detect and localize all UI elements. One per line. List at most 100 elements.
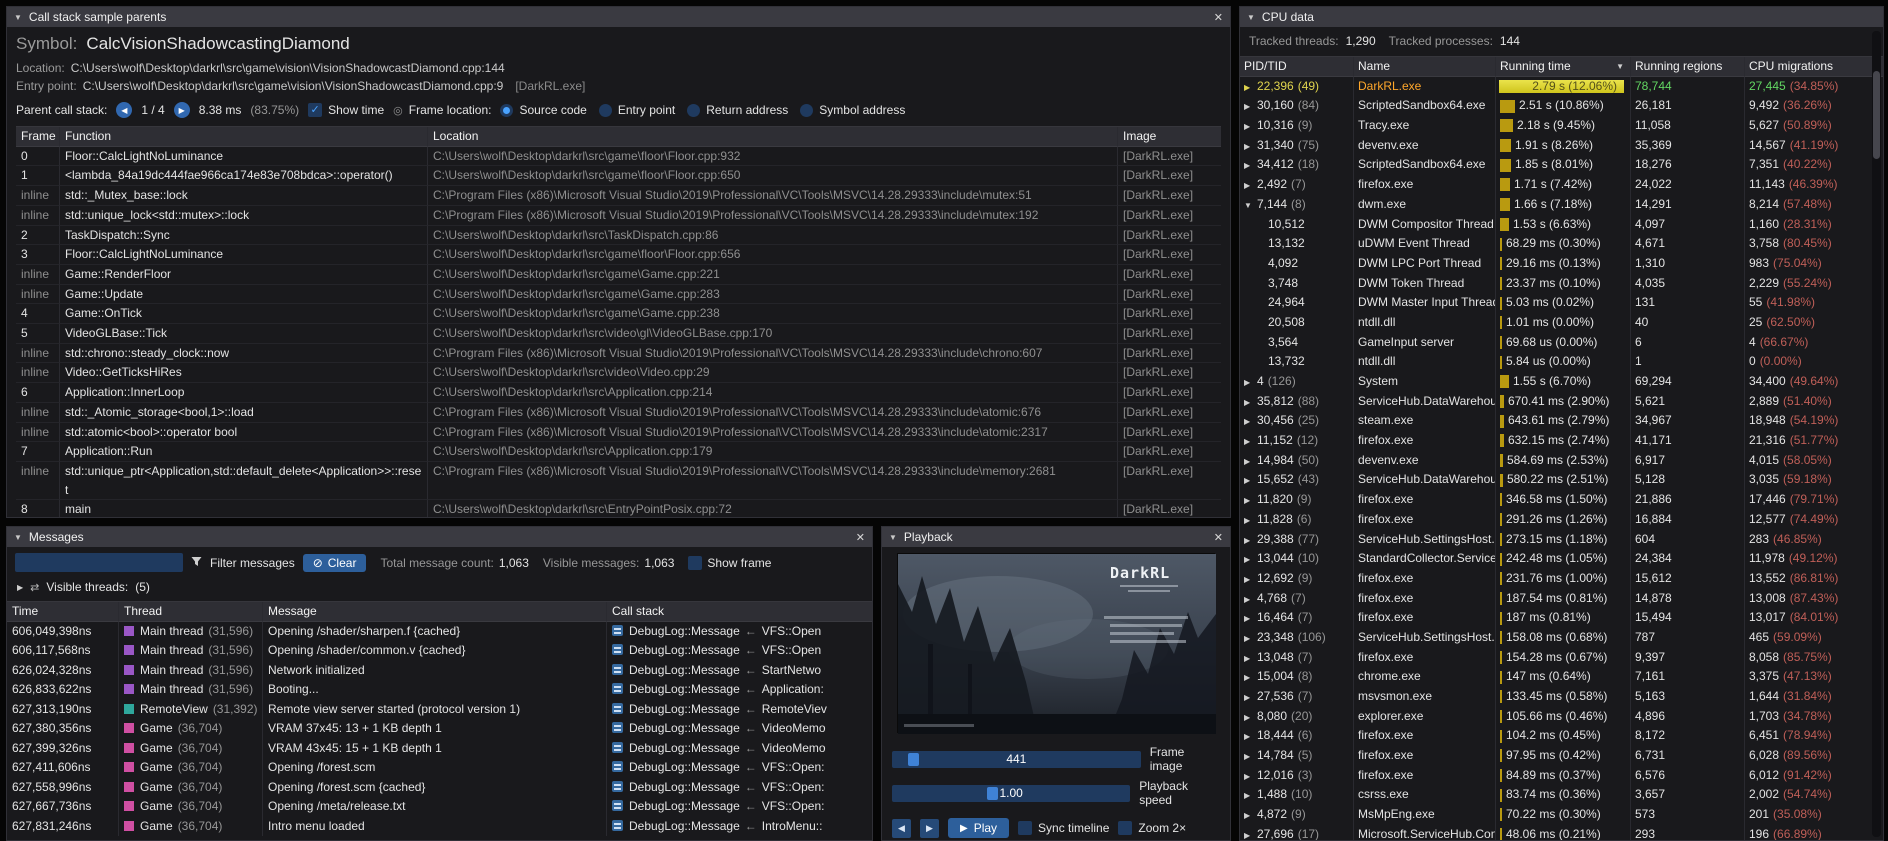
- message-row[interactable]: 627,558,996ns Game(36,704) Opening /fore…: [7, 778, 872, 798]
- expand-caret-icon[interactable]: ▶: [1244, 609, 1257, 628]
- next-frame-button[interactable]: ▶: [920, 819, 939, 838]
- cpu-row[interactable]: ▶18,444(6) firefox.exe 104.2 ms (0.45%) …: [1240, 726, 1883, 746]
- cpu-row[interactable]: ▶15,004(8) chrome.exe 147 ms (0.64%) 7,1…: [1240, 667, 1883, 687]
- message-row[interactable]: 606,117,568ns Main thread(31,596) Openin…: [7, 641, 872, 661]
- cpu-row[interactable]: ▶30,456(25) steam.exe 643.61 ms (2.79%) …: [1240, 411, 1883, 431]
- expand-caret-icon[interactable]: ▶: [1244, 491, 1257, 510]
- cpu-row[interactable]: ▶12,692(9) firefox.exe 231.76 ms (1.00%)…: [1240, 569, 1883, 589]
- expand-caret-icon[interactable]: ▶: [1244, 511, 1257, 530]
- message-row[interactable]: 627,411,606ns Game(36,704) Opening /fore…: [7, 758, 872, 778]
- cpu-row[interactable]: ▶11,820(9) firefox.exe 346.58 ms (1.50%)…: [1240, 490, 1883, 510]
- callstack-row[interactable]: 5 VideoGLBase::Tick C:\Users\wolf\Deskto…: [16, 324, 1221, 344]
- message-row[interactable]: 627,831,246ns Game(36,704) Intro menu lo…: [7, 817, 872, 837]
- cpu-row[interactable]: ▶10,316(9) Tracy.exe 2.18 s (9.45%) 11,0…: [1240, 116, 1883, 136]
- expand-caret-icon[interactable]: ▶: [1244, 137, 1257, 156]
- message-row[interactable]: 627,399,326ns Game(36,704) VRAM 43x45: 1…: [7, 739, 872, 759]
- callstack-row[interactable]: inline std::unique_lock<std::mutex>::loc…: [16, 206, 1221, 226]
- callstack-row[interactable]: inline std::unique_ptr<Application,std::…: [16, 462, 1221, 500]
- expand-caret-icon[interactable]: ▶: [1244, 452, 1257, 471]
- cpu-row[interactable]: ▶29,388(77) ServiceHub.SettingsHost.exe …: [1240, 530, 1883, 550]
- cpu-row[interactable]: ▶11,828(6) firefox.exe 291.26 ms (1.26%)…: [1240, 510, 1883, 530]
- callstack-row[interactable]: inline Game::RenderFloor C:\Users\wolf\D…: [16, 265, 1221, 285]
- clear-button[interactable]: ⊘ Clear: [303, 554, 367, 572]
- sync-timeline-checkbox[interactable]: Sync timeline: [1018, 821, 1109, 835]
- cpu-row[interactable]: ▶31,340(75) devenv.exe 1.91 s (8.26%) 35…: [1240, 136, 1883, 156]
- cpu-row[interactable]: ▶23,348(106) ServiceHub.SettingsHost.exe…: [1240, 628, 1883, 648]
- callstack-row[interactable]: inline std::atomic<bool>::operator bool …: [16, 423, 1221, 443]
- message-row[interactable]: 627,313,190ns RemoteView(31,392) Remote …: [7, 700, 872, 720]
- next-parent-button[interactable]: ▶: [174, 102, 190, 118]
- expand-caret-icon[interactable]: ▶: [1244, 176, 1257, 195]
- callstack-row[interactable]: 1 <lambda_84a19dc444fae966ca174e83e708bd…: [16, 166, 1221, 186]
- cpu-row[interactable]: ▶30,160(84) ScriptedSandbox64.exe 2.51 s…: [1240, 96, 1883, 116]
- tree-collapsed-icon[interactable]: ▶: [17, 583, 23, 592]
- cpu-row[interactable]: ▶16,464(7) firefox.exe 187 ms (0.81%) 15…: [1240, 608, 1883, 628]
- expand-caret-icon[interactable]: ▶: [1244, 590, 1257, 609]
- message-row[interactable]: 606,049,398ns Main thread(31,596) Openin…: [7, 622, 872, 642]
- expand-caret-icon[interactable]: ▶: [1244, 78, 1257, 97]
- cpu-row[interactable]: 3,564 GameInput server 69.68 us (0.00%) …: [1240, 333, 1883, 353]
- col-cpu-migrations[interactable]: CPU migrations: [1745, 57, 1883, 77]
- expand-caret-icon[interactable]: ▶: [1244, 688, 1257, 707]
- cpu-row[interactable]: ▶1,488(10) csrss.exe 83.74 ms (0.36%) 3,…: [1240, 785, 1883, 805]
- cpu-row[interactable]: ▶4(126) System 1.55 s (6.70%) 69,294 34,…: [1240, 372, 1883, 392]
- callstack-row[interactable]: inline Game::Update C:\Users\wolf\Deskto…: [16, 285, 1221, 305]
- cpu-row[interactable]: 4,092 DWM LPC Port Thread 29.16 ms (0.13…: [1240, 254, 1883, 274]
- expand-caret-icon[interactable]: ▶: [1244, 629, 1257, 648]
- callstack-row[interactable]: 8 main C:\Users\wolf\Desktop\darkrl\src\…: [16, 500, 1221, 517]
- callstack-row[interactable]: 4 Game::OnTick C:\Users\wolf\Desktop\dar…: [16, 304, 1221, 324]
- prev-frame-button[interactable]: ◀: [892, 819, 911, 838]
- frame-location-radio[interactable]: Return address: [687, 103, 788, 117]
- expand-caret-icon[interactable]: ▶: [1244, 156, 1257, 175]
- message-row[interactable]: 627,380,356ns Game(36,704) VRAM 37x45: 1…: [7, 719, 872, 739]
- callstack-row[interactable]: 0 Floor::CalcLightNoLuminance C:\Users\w…: [16, 147, 1221, 167]
- cpu-row[interactable]: 20,508 ntdll.dll 1.01 ms (0.00%) 40 25(6…: [1240, 313, 1883, 333]
- cpu-row[interactable]: 10,512 DWM Compositor Thread 1.53 s (6.6…: [1240, 215, 1883, 235]
- frame-location-radio[interactable]: Entry point: [599, 103, 675, 117]
- close-icon[interactable]: ✕: [1214, 531, 1223, 544]
- cpu-row[interactable]: ▶22,396(49) DarkRL.exe 2.79 s (12.06%) 7…: [1240, 77, 1883, 97]
- play-button[interactable]: ▶ Play: [948, 818, 1009, 838]
- close-icon[interactable]: ✕: [1214, 11, 1223, 24]
- cpu-row[interactable]: ▶27,536(7) msvsmon.exe 133.45 ms (0.58%)…: [1240, 687, 1883, 707]
- cpu-row[interactable]: ▶2,492(7) firefox.exe 1.71 s (7.42%) 24,…: [1240, 175, 1883, 195]
- callstack-row[interactable]: 2 TaskDispatch::Sync C:\Users\wolf\Deskt…: [16, 226, 1221, 246]
- col-running-time[interactable]: Running time▼: [1496, 57, 1631, 77]
- expand-caret-icon[interactable]: ▶: [1244, 570, 1257, 589]
- show-time-checkbox[interactable]: ✓ Show time: [308, 103, 384, 117]
- playback-speed-slider[interactable]: 1.00: [892, 785, 1130, 802]
- cpu-row[interactable]: ▶27,696(17) Microsoft.ServiceHub.Control…: [1240, 825, 1883, 840]
- callstack-row[interactable]: inline std::_Mutex_base::lock C:\Program…: [16, 186, 1221, 206]
- expand-caret-icon[interactable]: ▼: [1244, 196, 1257, 215]
- collapse-icon[interactable]: ▼: [889, 533, 897, 542]
- cpu-row[interactable]: ▼7,144(8) dwm.exe 1.66 s (7.18%) 14,291 …: [1240, 195, 1883, 215]
- expand-caret-icon[interactable]: ▶: [1244, 767, 1257, 786]
- collapse-icon[interactable]: ▼: [1247, 13, 1255, 22]
- expand-caret-icon[interactable]: ▶: [1244, 826, 1257, 840]
- cpu-row[interactable]: 3,748 DWM Token Thread 23.37 ms (0.10%) …: [1240, 274, 1883, 294]
- expand-caret-icon[interactable]: ▶: [1244, 708, 1257, 727]
- frame-location-radio[interactable]: Source code: [500, 103, 586, 117]
- cpu-scrollbar[interactable]: [1872, 31, 1881, 837]
- cpu-row[interactable]: ▶14,984(50) devenv.exe 584.69 ms (2.53%)…: [1240, 451, 1883, 471]
- expand-caret-icon[interactable]: ▶: [1244, 786, 1257, 805]
- cpu-row[interactable]: 13,132 uDWM Event Thread 68.29 ms (0.30%…: [1240, 234, 1883, 254]
- message-row[interactable]: 626,833,622ns Main thread(31,596) Bootin…: [7, 680, 872, 700]
- cpu-row[interactable]: ▶12,016(3) firefox.exe 84.89 ms (0.37%) …: [1240, 766, 1883, 786]
- expand-caret-icon[interactable]: ▶: [1244, 806, 1257, 825]
- expand-caret-icon[interactable]: ▶: [1244, 531, 1257, 550]
- visible-threads-row[interactable]: ▶ ⇄ Visible threads: (5): [7, 579, 872, 601]
- zoom-2x-checkbox[interactable]: Zoom 2×: [1118, 821, 1186, 835]
- expand-caret-icon[interactable]: ▶: [1244, 747, 1257, 766]
- collapse-icon[interactable]: ▼: [14, 533, 22, 542]
- callstack-row[interactable]: inline Video::GetTicksHiRes C:\Users\wol…: [16, 363, 1221, 383]
- expand-caret-icon[interactable]: ▶: [1244, 117, 1257, 136]
- message-row[interactable]: 627,667,736ns Game(36,704) Opening /meta…: [7, 797, 872, 817]
- callstack-row[interactable]: inline std::_Atomic_storage<bool,1>::loa…: [16, 403, 1221, 423]
- scrollbar-thumb[interactable]: [1873, 71, 1880, 159]
- expand-caret-icon[interactable]: ▶: [1244, 393, 1257, 412]
- callstack-row[interactable]: 3 Floor::CalcLightNoLuminance C:\Users\w…: [16, 245, 1221, 265]
- cpu-row[interactable]: ▶13,048(7) firefox.exe 154.28 ms (0.67%)…: [1240, 648, 1883, 668]
- cpu-row[interactable]: ▶8,080(20) explorer.exe 105.66 ms (0.46%…: [1240, 707, 1883, 727]
- cpu-row[interactable]: ▶35,812(88) ServiceHub.DataWarehouseHost…: [1240, 392, 1883, 412]
